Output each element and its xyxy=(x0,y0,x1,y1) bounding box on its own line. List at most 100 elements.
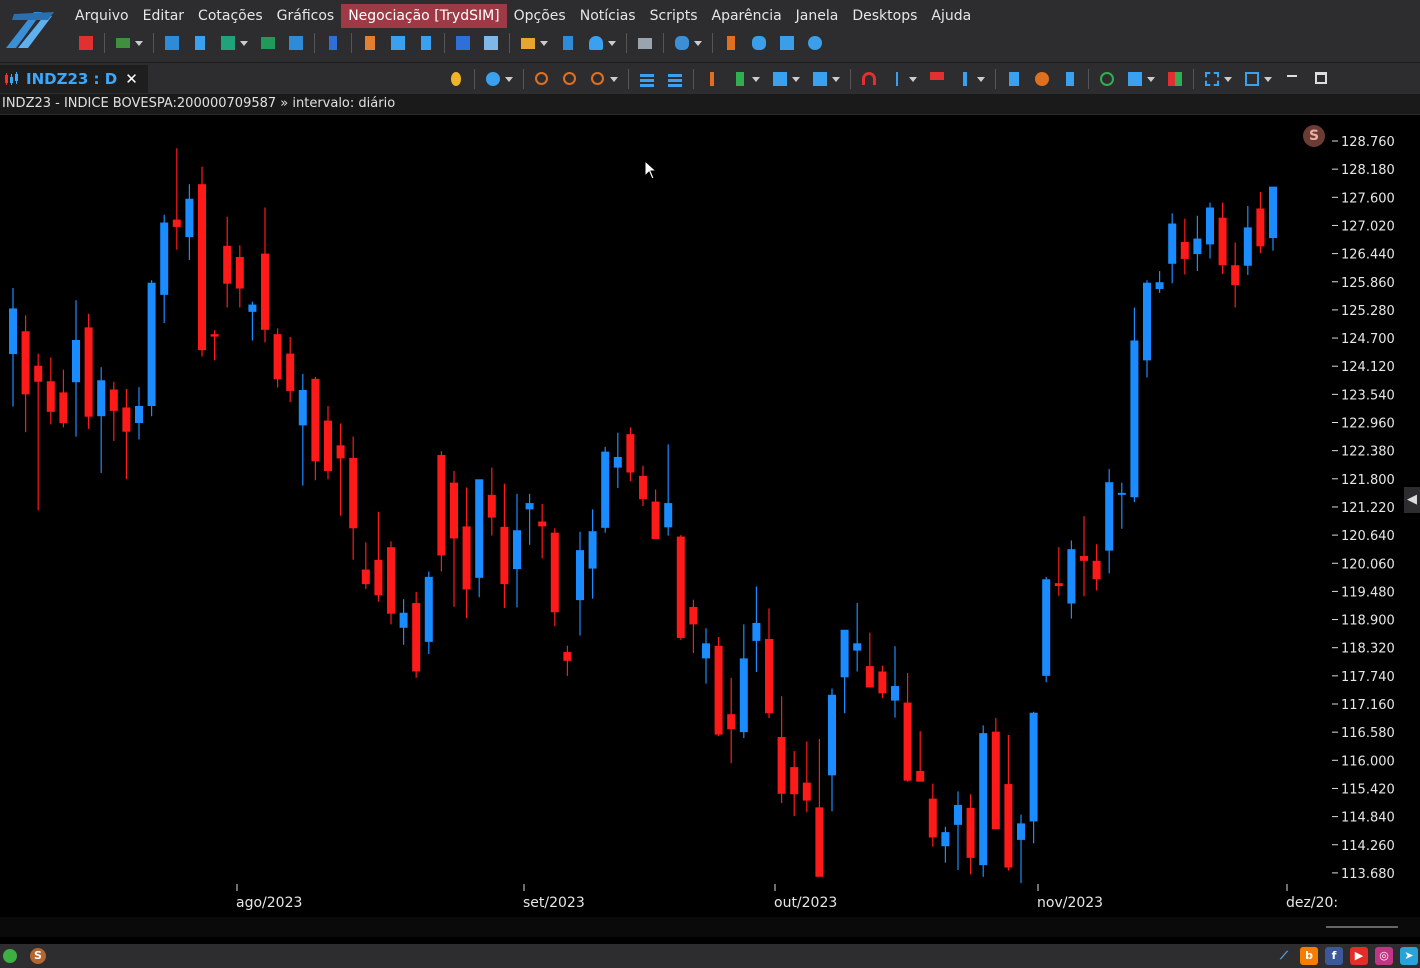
bars-icon[interactable] xyxy=(258,33,278,53)
color-scheme-icon[interactable] xyxy=(1165,69,1185,89)
lightbulb-icon[interactable] xyxy=(446,69,466,89)
menu-editar[interactable]: Editar xyxy=(136,4,191,28)
youtube-icon[interactable]: ▶ xyxy=(1350,947,1368,965)
compass-icon[interactable] xyxy=(805,33,825,53)
money-icon[interactable] xyxy=(113,33,133,53)
facebook-icon[interactable]: f xyxy=(1325,947,1343,965)
fit-icon[interactable] xyxy=(1202,69,1222,89)
template-icon[interactable] xyxy=(810,69,830,89)
zoom-dropdown[interactable] xyxy=(610,76,618,82)
tryd-logo-icon xyxy=(6,12,54,48)
study-badge[interactable]: S xyxy=(1303,125,1325,147)
menu-negociacao[interactable]: Negociação [TrydSIM] xyxy=(341,4,507,28)
clock-icon[interactable] xyxy=(483,69,503,89)
candle-up xyxy=(739,658,748,733)
database-star-icon[interactable] xyxy=(672,33,692,53)
log-scale-icon[interactable] xyxy=(927,69,947,89)
form-icon[interactable] xyxy=(635,33,655,53)
chart-canvas[interactable]: 128.760 128.180 127.600 127.020 126.440 125.8… xyxy=(0,115,1420,917)
crosshair-icon[interactable] xyxy=(887,69,907,89)
order-list-icon[interactable] xyxy=(360,33,380,53)
user-dropdown[interactable] xyxy=(608,40,616,46)
toolbar-separator xyxy=(693,69,694,89)
money-dropdown[interactable] xyxy=(135,40,143,46)
magnet-icon[interactable] xyxy=(859,69,879,89)
scrollbar-thumb[interactable] xyxy=(1326,926,1398,928)
tryd-icon[interactable]: ⟋ xyxy=(1275,947,1293,965)
menu-desktops[interactable]: Desktops xyxy=(845,4,924,28)
close-icon[interactable]: ✕ xyxy=(125,70,138,88)
zoom-in-icon[interactable] xyxy=(532,69,552,89)
horizontal-scrollbar[interactable] xyxy=(0,917,1420,937)
refresh-icon[interactable] xyxy=(1097,69,1117,89)
template-dropdown[interactable] xyxy=(832,76,840,82)
study-list-icon[interactable] xyxy=(665,69,685,89)
menu-graficos[interactable]: Gráficos xyxy=(270,4,342,28)
zoom-icon[interactable] xyxy=(588,69,608,89)
tab-indz23[interactable]: INDZ23 : D ✕ xyxy=(0,65,148,93)
candle-up xyxy=(424,576,433,642)
shapes-icon[interactable] xyxy=(770,69,790,89)
chart-type-icon[interactable] xyxy=(730,69,750,89)
robot-icon[interactable] xyxy=(1060,69,1080,89)
menu-arquivo[interactable]: Arquivo xyxy=(68,4,136,28)
toolbar-separator xyxy=(850,69,851,89)
candlestick-chart[interactable]: 128.760 128.180 127.600 127.020 126.440 125.8… xyxy=(0,115,1420,917)
candle-up xyxy=(576,550,584,601)
wrench-icon[interactable] xyxy=(955,69,975,89)
wrench-dropdown[interactable] xyxy=(977,76,985,82)
text-tool-icon[interactable] xyxy=(1004,69,1024,89)
candle-up xyxy=(1243,227,1252,266)
menu-noticias[interactable]: Notícias xyxy=(573,4,643,28)
folder-dropdown[interactable] xyxy=(540,40,548,46)
shapes-dropdown[interactable] xyxy=(792,76,800,82)
telegram-icon[interactable]: ➤ xyxy=(1400,947,1418,965)
window-icon[interactable] xyxy=(388,33,408,53)
candle-down xyxy=(172,219,181,227)
y-tick-label: 122.960 xyxy=(1341,417,1395,432)
candle-up xyxy=(1130,340,1139,498)
stop-icon[interactable] xyxy=(76,33,96,53)
layout-icon[interactable] xyxy=(286,33,306,53)
database-icon[interactable] xyxy=(749,33,769,53)
database-dropdown[interactable] xyxy=(694,40,702,46)
more-dropdown[interactable] xyxy=(1264,76,1272,82)
chart-type-dropdown[interactable] xyxy=(752,76,760,82)
zoom-out-icon[interactable] xyxy=(560,69,580,89)
list-icon[interactable] xyxy=(416,33,436,53)
menu-janela[interactable]: Janela xyxy=(789,4,846,28)
candles-icon[interactable] xyxy=(323,33,343,53)
candle-up xyxy=(891,686,899,701)
book-icon[interactable] xyxy=(190,33,210,53)
dollar-chart-icon[interactable] xyxy=(218,33,238,53)
user-icon[interactable] xyxy=(586,33,606,53)
column-chart-icon[interactable] xyxy=(558,33,578,53)
expand-icon[interactable] xyxy=(1242,69,1262,89)
table-icon[interactable] xyxy=(453,33,473,53)
indicator-icon[interactable] xyxy=(702,69,722,89)
instagram-icon[interactable]: ◎ xyxy=(1375,947,1393,965)
image-dropdown[interactable] xyxy=(1147,76,1155,82)
status-badge[interactable]: S xyxy=(30,948,46,964)
interval-dropdown[interactable] xyxy=(505,76,513,82)
crosshair-dropdown[interactable] xyxy=(909,76,917,82)
fit-dropdown[interactable] xyxy=(1224,76,1232,82)
side-panel-toggle[interactable]: ◀ xyxy=(1404,487,1420,513)
minimize-icon[interactable] xyxy=(1282,69,1302,89)
sheet-icon[interactable] xyxy=(481,33,501,53)
menu-ajuda[interactable]: Ajuda xyxy=(924,4,978,28)
menu-opcoes[interactable]: Opções xyxy=(507,4,573,28)
quotes-grid-icon[interactable] xyxy=(162,33,182,53)
blogger-icon[interactable]: b xyxy=(1300,947,1318,965)
image-icon[interactable] xyxy=(1125,69,1145,89)
folder-icon[interactable] xyxy=(518,33,538,53)
menu-cotacoes[interactable]: Cotações xyxy=(191,4,270,28)
gear-icon[interactable] xyxy=(1032,69,1052,89)
menu-scripts[interactable]: Scripts xyxy=(643,4,705,28)
menu-aparencia[interactable]: Aparência xyxy=(705,4,789,28)
maximize-icon[interactable] xyxy=(1310,69,1330,89)
add-study-icon[interactable] xyxy=(637,69,657,89)
hammer-icon[interactable] xyxy=(721,33,741,53)
dollar-chart-dropdown[interactable] xyxy=(240,40,248,46)
puzzle-icon[interactable] xyxy=(777,33,797,53)
